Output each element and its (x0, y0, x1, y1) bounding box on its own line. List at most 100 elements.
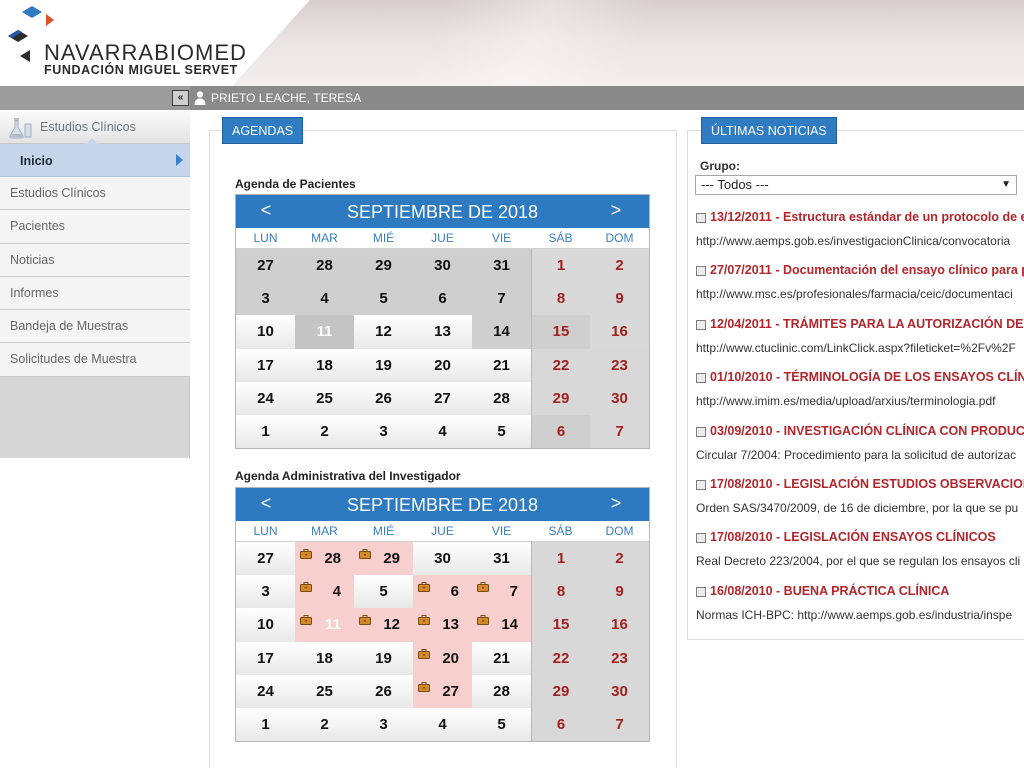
calendar-day[interactable]: 18 (295, 641, 354, 675)
calendar-day[interactable]: 30 (413, 542, 472, 576)
calendar-day[interactable]: 4 (295, 282, 354, 316)
calendar-day[interactable]: 7 (590, 414, 649, 449)
calendar-day[interactable]: 27 (236, 249, 295, 283)
calendar-day[interactable]: 17 (236, 641, 295, 675)
calendar-day[interactable]: 25 (295, 674, 354, 708)
calendar-day[interactable]: 19 (354, 348, 413, 382)
calendar-day[interactable]: 8 (531, 575, 590, 609)
next-month-button[interactable]: > (606, 200, 626, 221)
calendar-day[interactable]: 16 (590, 315, 649, 349)
calendar-day[interactable]: 3 (354, 414, 413, 449)
calendar-day[interactable]: 5 (354, 282, 413, 316)
sidebar-item-noticias[interactable]: Noticias (0, 243, 190, 277)
calendar-day[interactable]: 24 (236, 674, 295, 708)
calendar-day[interactable]: 19 (354, 641, 413, 675)
calendar-day[interactable]: 4 (295, 575, 354, 609)
calendar-day[interactable]: 12 (354, 315, 413, 349)
calendar-day[interactable]: 15 (531, 315, 590, 349)
calendar-day[interactable]: 1 (531, 542, 590, 576)
calendar-day[interactable]: 7 (472, 282, 531, 316)
calendar-day[interactable]: 3 (236, 575, 295, 609)
calendar-day[interactable]: 29 (354, 249, 413, 283)
calendar-day[interactable]: 1 (236, 707, 295, 742)
tab-ultimas-noticias[interactable]: ÚLTIMAS NOTICIAS (701, 117, 837, 144)
calendar-day[interactable]: 5 (354, 575, 413, 609)
calendar-day[interactable]: 4 (413, 414, 472, 449)
calendar-day[interactable]: 15 (531, 608, 590, 642)
calendar-day[interactable]: 6 (531, 414, 590, 449)
calendar-day[interactable]: 2 (295, 707, 354, 742)
sidebar-item-estudios-clinicos[interactable]: Estudios Clínicos (0, 177, 190, 211)
calendar-day[interactable]: 6 (413, 575, 472, 609)
calendar-day[interactable]: 4 (413, 707, 472, 742)
tab-agendas[interactable]: AGENDAS (222, 117, 304, 144)
calendar-day[interactable]: 13 (413, 315, 472, 349)
calendar-day[interactable]: 31 (472, 249, 531, 283)
calendar-day[interactable]: 14 (472, 315, 531, 349)
calendar-day[interactable]: 7 (472, 575, 531, 609)
calendar-day[interactable]: 29 (531, 674, 590, 708)
calendar-day[interactable]: 26 (354, 674, 413, 708)
sidebar-item-informes[interactable]: Informes (0, 276, 190, 311)
calendar-day[interactable]: 5 (472, 414, 531, 449)
collapse-sidebar-button[interactable]: « (172, 90, 189, 106)
calendar-day[interactable]: 28 (472, 381, 531, 415)
calendar-day[interactable]: 3 (354, 707, 413, 742)
next-month-button[interactable]: > (606, 493, 626, 514)
calendar-day[interactable]: 31 (472, 542, 531, 576)
calendar-day[interactable]: 6 (413, 282, 472, 316)
calendar-day[interactable]: 2 (295, 414, 354, 449)
calendar-day[interactable]: 9 (590, 575, 649, 609)
calendar-day[interactable]: 9 (590, 282, 649, 316)
calendar-day[interactable]: 21 (472, 641, 531, 675)
calendar-day[interactable]: 10 (236, 608, 295, 642)
calendar-day[interactable]: 30 (590, 381, 649, 415)
calendar-day[interactable]: 6 (531, 707, 590, 742)
calendar-day[interactable]: 11 (295, 608, 354, 642)
news-title-link[interactable]: 01/10/2010 - TÉRMINOLOGÍA DE LOS ENSAYOS… (710, 370, 1024, 384)
sidebar-item-pacientes[interactable]: Pacientes (0, 210, 190, 244)
calendar-day[interactable]: 21 (472, 348, 531, 382)
calendar-day[interactable]: 27 (236, 542, 295, 576)
calendar-day[interactable]: 20 (413, 348, 472, 382)
news-title-link[interactable]: 13/12/2011 - Estructura estándar de un p… (710, 210, 1024, 224)
calendar-day[interactable]: 16 (590, 608, 649, 642)
calendar-day[interactable]: 17 (236, 348, 295, 382)
calendar-day[interactable]: 30 (413, 249, 472, 283)
news-title-link[interactable]: 03/09/2010 - INVESTIGACIÓN CLÍNICA CON P… (710, 424, 1024, 438)
calendar-day[interactable]: 22 (531, 641, 590, 675)
sidebar-item-solicitudes-de-muestra[interactable]: Solicitudes de Muestra (0, 343, 190, 377)
sidebar-module-header[interactable]: Estudios Clínicos (0, 110, 190, 144)
calendar-day[interactable]: 28 (472, 674, 531, 708)
calendar-day[interactable]: 27 (413, 381, 472, 415)
calendar-day[interactable]: 29 (354, 542, 413, 576)
group-select[interactable]: --- Todos --- ▼ (695, 175, 1017, 195)
calendar-day[interactable]: 27 (413, 674, 472, 708)
user-name[interactable]: PRIETO LEACHE, TERESA (211, 91, 361, 105)
calendar-day[interactable]: 14 (472, 608, 531, 642)
news-title-link[interactable]: 17/08/2010 - LEGISLACIÓN ESTUDIOS OBSERV… (710, 477, 1024, 491)
calendar-day[interactable]: 1 (236, 414, 295, 449)
sidebar-item-inicio[interactable]: Inicio (0, 144, 190, 177)
sidebar-item-bandeja-de-muestras[interactable]: Bandeja de Muestras (0, 310, 190, 344)
news-title-link[interactable]: 27/07/2011 - Documentación del ensayo cl… (710, 263, 1024, 277)
news-title-link[interactable]: 17/08/2010 - LEGISLACIÓN ENSAYOS CLÍNICO… (710, 530, 996, 544)
calendar-day[interactable]: 5 (472, 707, 531, 742)
calendar-day[interactable]: 25 (295, 381, 354, 415)
calendar-day[interactable]: 7 (590, 707, 649, 742)
calendar-day[interactable]: 11 (295, 315, 354, 349)
calendar-day[interactable]: 23 (590, 348, 649, 382)
calendar-day[interactable]: 22 (531, 348, 590, 382)
calendar-day[interactable]: 3 (236, 282, 295, 316)
calendar-day[interactable]: 30 (590, 674, 649, 708)
calendar-day[interactable]: 23 (590, 641, 649, 675)
calendar-day[interactable]: 29 (531, 381, 590, 415)
calendar-day[interactable]: 28 (295, 542, 354, 576)
calendar-day[interactable]: 2 (590, 249, 649, 283)
calendar-day[interactable]: 12 (354, 608, 413, 642)
calendar-day[interactable]: 20 (413, 641, 472, 675)
news-title-link[interactable]: 16/08/2010 - BUENA PRÁCTICA CLÍNICA (710, 584, 949, 598)
calendar-day[interactable]: 26 (354, 381, 413, 415)
news-title-link[interactable]: 12/04/2011 - TRÁMITES PARA LA AUTORIZACI… (710, 317, 1023, 331)
calendar-day[interactable]: 18 (295, 348, 354, 382)
